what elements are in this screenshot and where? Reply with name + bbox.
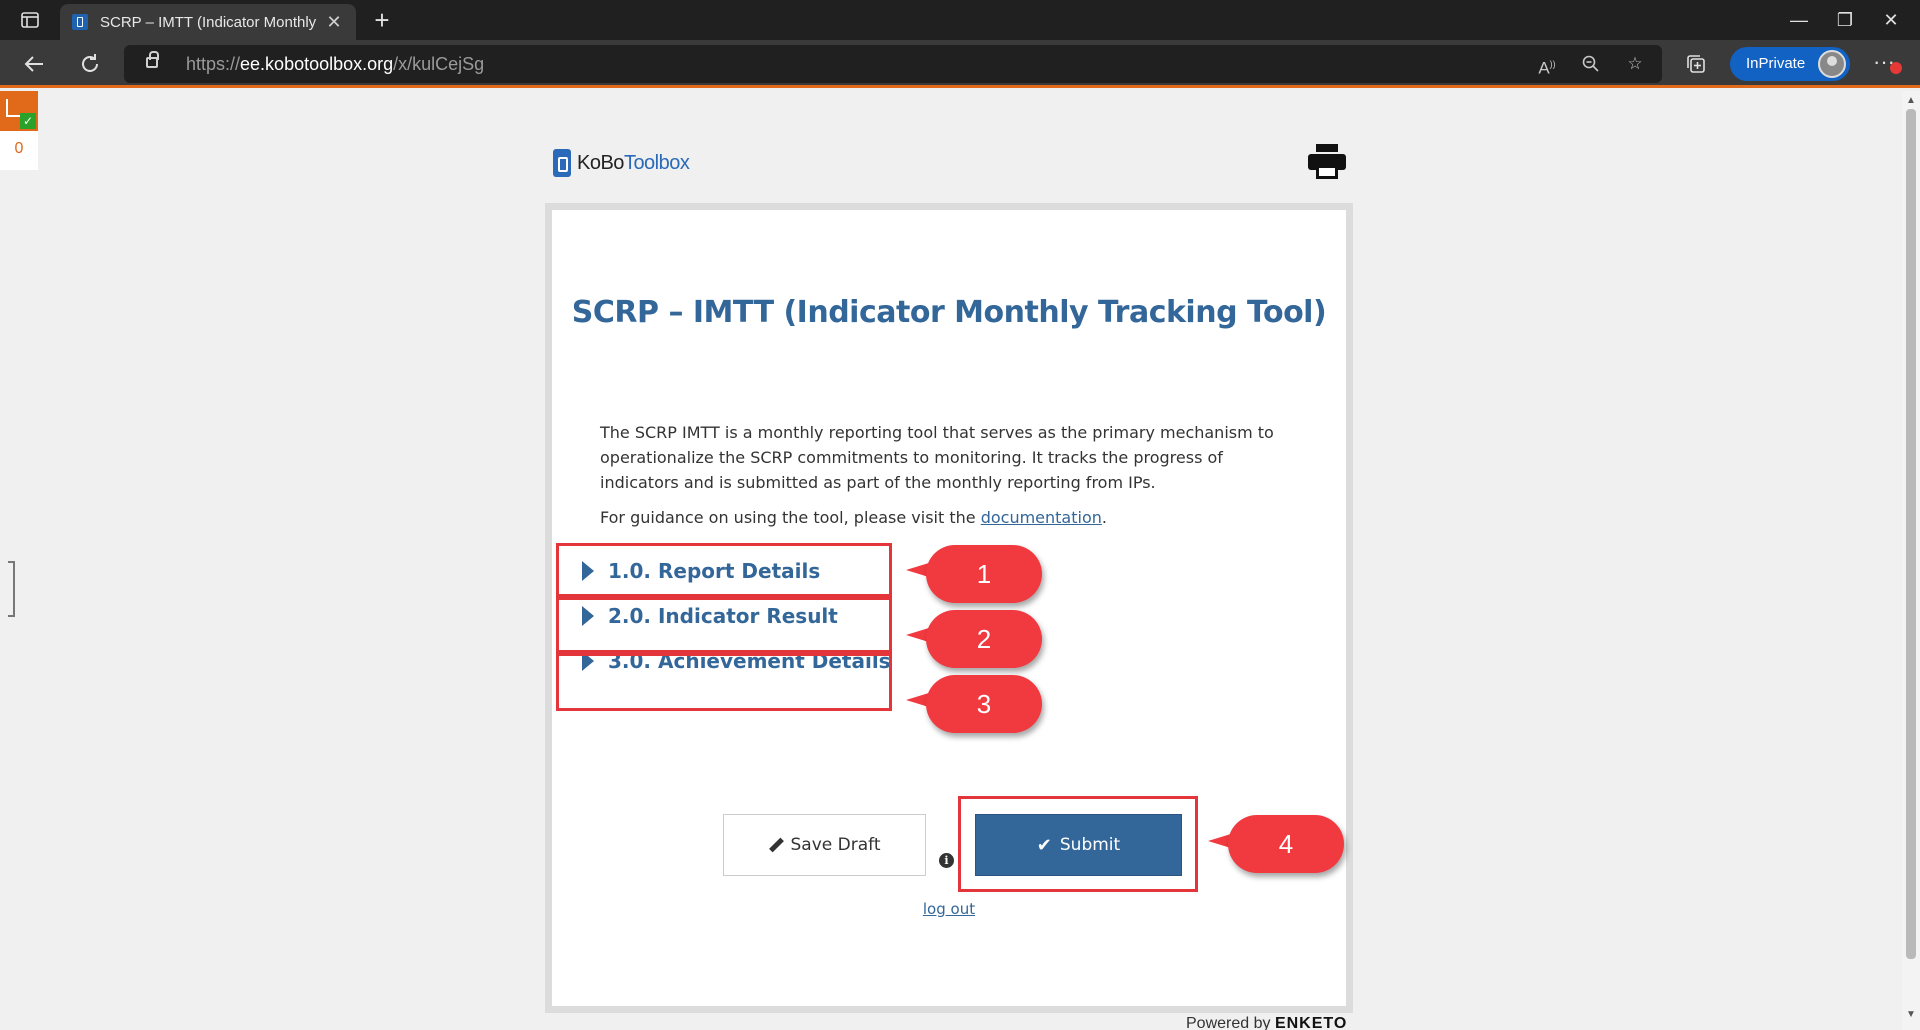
highlight-box-3 [556, 653, 892, 711]
powered-by-text: Powered by [1186, 1015, 1271, 1030]
notification-badge-icon [1890, 62, 1902, 74]
highlight-box-4 [958, 796, 1198, 892]
lock-icon[interactable] [146, 51, 159, 68]
inprivate-label: InPrivate [1746, 55, 1806, 72]
tab-actions-button[interactable] [16, 8, 44, 32]
callout-1: 1 [926, 545, 1042, 603]
browser-tab-bar: SCRP – IMTT (Indicator Monthly ✕ + — ❐ ✕ [0, 0, 1920, 40]
highlight-box-1 [556, 543, 892, 597]
tab-title: SCRP – IMTT (Indicator Monthly [100, 13, 317, 31]
tab-actions-icon [21, 12, 39, 28]
powered-by-footer: Powered by ENKETO [1186, 1015, 1347, 1030]
back-button[interactable] [18, 48, 50, 80]
browser-toolbar: https://ee.kobotoolbox.org/x/kulCejSg A)… [0, 40, 1920, 88]
info-icon[interactable]: i [939, 853, 954, 868]
pencil-icon [769, 838, 783, 852]
url-path: /x/kulCejSg [393, 54, 485, 74]
guidance-text: For guidance on using the tool, please v… [600, 508, 1300, 527]
browser-tab-active[interactable]: SCRP – IMTT (Indicator Monthly ✕ [60, 4, 356, 40]
kobo-logo-icon [553, 149, 571, 177]
logo-text-kobo: KoBo [577, 151, 624, 174]
save-draft-button[interactable]: Save Draft [723, 814, 926, 876]
form-intro: The SCRP IMTT is a monthly reporting too… [600, 423, 1274, 492]
guidance-suffix: . [1101, 508, 1107, 527]
check-badge-icon: ✓ [20, 113, 36, 129]
page-viewport: ✓ 0 KoBoToolbox SCRP – IMTT (Indicator M… [0, 91, 1920, 1030]
zoom-icon[interactable] [1578, 51, 1604, 77]
back-arrow-icon [24, 56, 43, 72]
callout-4: 4 [1228, 815, 1344, 873]
page-scrollbar[interactable]: ▲ ▼ [1902, 91, 1920, 1030]
maximize-button[interactable]: ❐ [1822, 6, 1868, 34]
new-tab-button[interactable]: + [368, 6, 396, 34]
scrollbar-thumb[interactable] [1906, 109, 1916, 959]
reload-icon [82, 54, 98, 72]
scroll-down-arrow-icon[interactable]: ▼ [1902, 1009, 1920, 1021]
address-bar[interactable]: https://ee.kobotoolbox.org/x/kulCejSg A)… [124, 45, 1662, 83]
printer-top [1316, 144, 1338, 152]
printer-icon[interactable] [1308, 144, 1346, 180]
collections-icon [1687, 55, 1705, 73]
printer-paper [1316, 165, 1338, 179]
avatar-icon [1818, 50, 1846, 78]
kobotoolbox-logo: KoBoToolbox [553, 148, 690, 178]
close-tab-icon[interactable]: ✕ [324, 12, 344, 33]
enketo-logo: ENKETO [1274, 1015, 1348, 1030]
add-favorite-icon[interactable]: ☆ [1622, 51, 1648, 77]
highlight-box-2 [556, 597, 892, 653]
side-widget-count: 0 [14, 140, 24, 157]
minimize-button[interactable]: — [1776, 6, 1822, 34]
callout-2: 2 [926, 610, 1042, 668]
guidance-prefix: For guidance on using the tool, please v… [600, 508, 981, 527]
url-scheme: https:// [186, 54, 241, 74]
callout-3: 3 [926, 675, 1042, 733]
collections-button[interactable] [1680, 48, 1712, 80]
logo-text: KoBoToolbox [577, 151, 690, 175]
kobo-favicon-icon [72, 14, 88, 30]
logout-link[interactable]: log out [552, 900, 1346, 918]
close-window-button[interactable]: ✕ [1868, 6, 1914, 34]
logo-text-toolbox: Toolbox [623, 151, 690, 174]
documentation-link[interactable]: documentation [981, 508, 1102, 527]
side-bracket-handle[interactable] [8, 561, 15, 617]
url-text[interactable]: https://ee.kobotoolbox.org/x/kulCejSg [186, 54, 484, 75]
scroll-up-arrow-icon[interactable]: ▲ [1902, 95, 1920, 107]
side-status-widget[interactable]: ✓ 0 [0, 91, 38, 170]
read-aloud-icon[interactable]: A)) [1534, 51, 1560, 78]
save-draft-label: Save Draft [790, 835, 881, 855]
form-title: SCRP – IMTT (Indicator Monthly Tracking … [571, 295, 1327, 330]
reload-button[interactable] [74, 48, 106, 80]
inprivate-button[interactable]: InPrivate [1730, 47, 1850, 81]
url-host: ee.kobotoolbox.org [240, 54, 394, 74]
signal-status-icon: ✓ [0, 91, 38, 131]
